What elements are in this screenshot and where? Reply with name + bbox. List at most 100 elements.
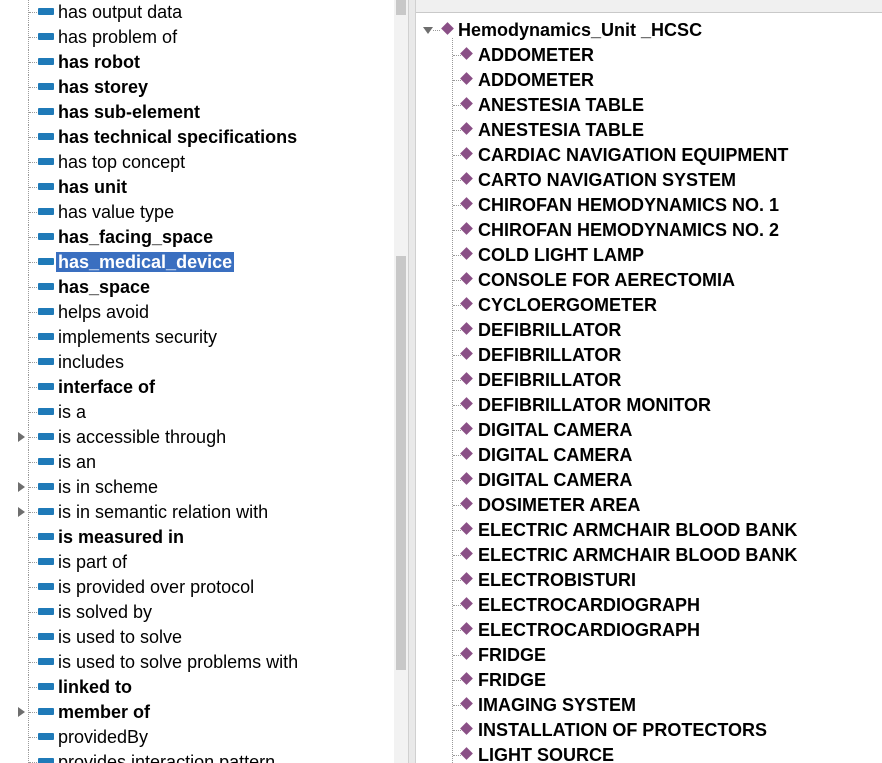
left-scrollbar[interactable] [394,0,408,763]
property-row[interactable]: linked to [0,675,394,700]
property-row[interactable]: is accessible through [0,425,394,450]
property-row[interactable]: is provided over protocol [0,575,394,600]
property-label: is solved by [58,602,153,622]
property-row[interactable]: has output data [0,0,394,25]
tree-root-node[interactable]: Hemodynamics_Unit _HCSC [416,18,882,43]
tree-connector [453,730,461,731]
tree-connector [29,537,37,538]
individual-row[interactable]: ADDOMETER [416,43,882,68]
individual-row[interactable]: DIGITAL CAMERA [416,468,882,493]
individual-diamond-icon [460,422,473,435]
individual-row[interactable]: ELECTROBISTURI [416,568,882,593]
individual-row[interactable]: ELECTROCARDIOGRAPH [416,593,882,618]
property-row[interactable]: includes [0,350,394,375]
property-label: linked to [58,677,133,697]
property-row[interactable]: has top concept [0,150,394,175]
property-row[interactable]: is a [0,400,394,425]
individual-label: CHIROFAN HEMODYNAMICS NO. 2 [478,220,780,240]
triangle-down-icon[interactable] [423,27,433,34]
individual-row[interactable]: DEFIBRILLATOR MONITOR [416,393,882,418]
individuals-tree-panel: Hemodynamics_Unit _HCSC ADDOMETER ADDOMET… [416,0,882,763]
individual-row[interactable]: DIGITAL CAMERA [416,443,882,468]
individual-row[interactable]: ELECTROCARDIOGRAPH [416,618,882,643]
individual-row[interactable]: CARDIAC NAVIGATION EQUIPMENT [416,143,882,168]
property-row[interactable]: helps avoid [0,300,394,325]
individual-label: FRIDGE [478,645,547,665]
object-property-icon [38,358,54,365]
individual-row[interactable]: FRIDGE [416,668,882,693]
individual-row[interactable]: FRIDGE [416,643,882,668]
property-row[interactable]: is in semantic relation with [0,500,394,525]
tree-connector [453,305,461,306]
property-row[interactable]: is solved by [0,600,394,625]
left-scrollbar-thumb[interactable] [396,256,406,670]
tree-connector [29,487,37,488]
tree-connector [29,87,37,88]
property-row[interactable]: implements security [0,325,394,350]
individual-row[interactable]: LIGHT SOURCE [416,743,882,763]
individual-row[interactable]: ANESTESIA TABLE [416,93,882,118]
individual-row[interactable]: DEFIBRILLATOR [416,318,882,343]
object-property-icon [38,308,54,315]
individual-row[interactable]: DEFIBRILLATOR [416,343,882,368]
triangle-right-icon[interactable] [18,432,25,442]
property-row[interactable]: is used to solve problems with [0,650,394,675]
individual-diamond-icon [460,197,473,210]
individual-row[interactable]: CHIROFAN HEMODYNAMICS NO. 1 [416,193,882,218]
property-row[interactable]: provides interaction pattern [0,750,394,763]
property-row[interactable]: is measured in [0,525,394,550]
property-row[interactable]: has_facing_space [0,225,394,250]
tree-connector [29,237,37,238]
triangle-right-icon[interactable] [18,507,25,517]
property-row[interactable]: has sub-element [0,100,394,125]
individual-row[interactable]: ELECTRIC ARMCHAIR BLOOD BANK [416,518,882,543]
tree-connector [29,387,37,388]
left-scrollbar-top-segment[interactable] [396,0,406,15]
object-property-icon [38,83,54,90]
property-row[interactable]: has robot [0,50,394,75]
object-property-icon [38,683,54,690]
individual-row[interactable]: DEFIBRILLATOR [416,368,882,393]
individual-row[interactable]: ADDOMETER [416,68,882,93]
individual-row[interactable]: CARTO NAVIGATION SYSTEM [416,168,882,193]
individual-label: DOSIMETER AREA [478,495,641,515]
property-row[interactable]: has technical specifications [0,125,394,150]
individual-row[interactable]: DIGITAL CAMERA [416,418,882,443]
property-label: has_facing_space [58,227,214,247]
individual-row[interactable]: INSTALLATION OF PROTECTORS [416,718,882,743]
individual-row[interactable]: CHIROFAN HEMODYNAMICS NO. 2 [416,218,882,243]
tree-connector [453,430,461,431]
individual-row[interactable]: CONSOLE FOR AERECTOMIA [416,268,882,293]
property-row[interactable]: interface of [0,375,394,400]
individual-diamond-icon [460,122,473,135]
property-row[interactable]: has_medical_device [0,250,394,275]
property-row[interactable]: is part of [0,550,394,575]
individual-row[interactable]: ELECTRIC ARMCHAIR BLOOD BANK [416,543,882,568]
property-row[interactable]: has unit [0,175,394,200]
property-label: is provided over protocol [58,577,255,597]
property-row[interactable]: has problem of [0,25,394,50]
object-property-hierarchy-panel: has output data has problem of has robot ha… [0,0,394,763]
property-row[interactable]: is used to solve [0,625,394,650]
individual-row[interactable]: CYCLOERGOMETER [416,293,882,318]
individual-diamond-icon [460,397,473,410]
object-property-icon [38,658,54,665]
individual-row[interactable]: COLD LIGHT LAMP [416,243,882,268]
property-row[interactable]: is an [0,450,394,475]
tree-connector [453,380,461,381]
property-row[interactable]: member of [0,700,394,725]
property-label: has robot [58,52,141,72]
split-pane-divider[interactable] [408,0,416,763]
property-row[interactable]: is in scheme [0,475,394,500]
triangle-right-icon[interactable] [18,707,25,717]
individual-row[interactable]: IMAGING SYSTEM [416,693,882,718]
triangle-right-icon[interactable] [18,482,25,492]
object-property-icon [38,733,54,740]
individual-row[interactable]: ANESTESIA TABLE [416,118,882,143]
property-label: helps avoid [58,302,150,322]
property-row[interactable]: has_space [0,275,394,300]
property-row[interactable]: has value type [0,200,394,225]
individual-row[interactable]: DOSIMETER AREA [416,493,882,518]
property-row[interactable]: has storey [0,75,394,100]
property-row[interactable]: providedBy [0,725,394,750]
